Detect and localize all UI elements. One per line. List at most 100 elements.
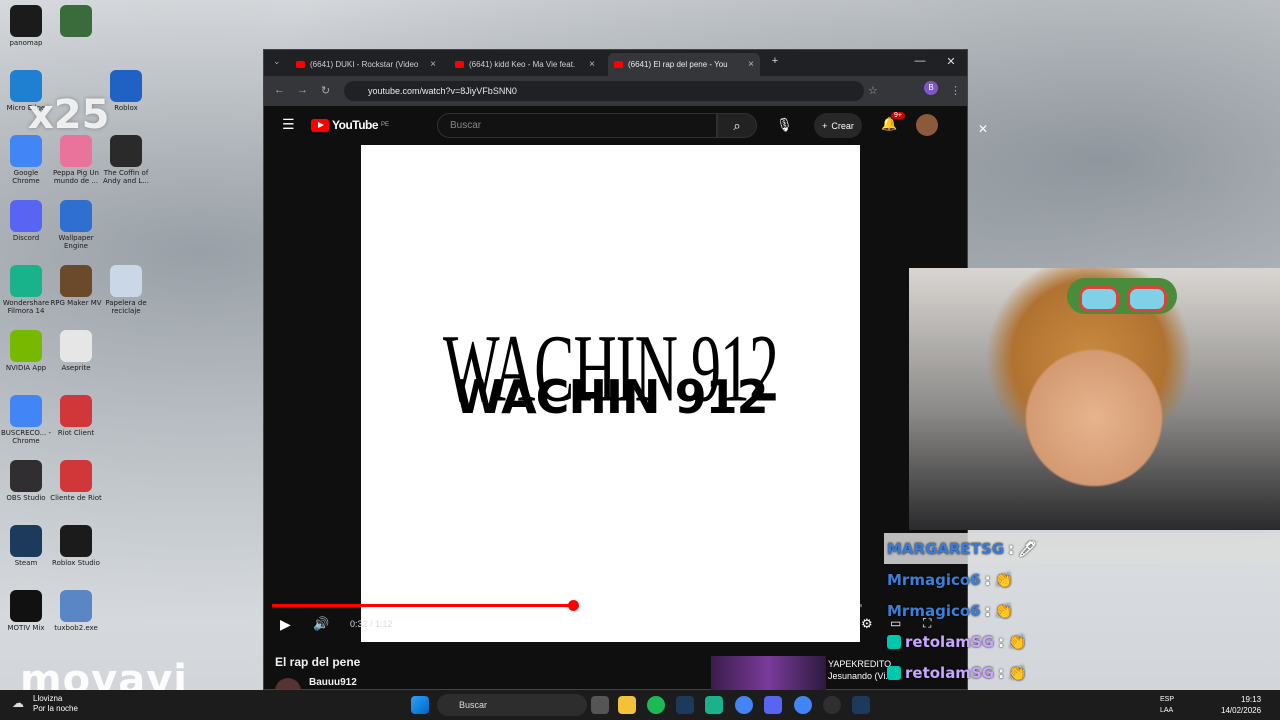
weather-icon[interactable]: ☁ (12, 696, 24, 710)
youtube-header: ☰ YouTube PE Buscar ⌕ 🎙 + Crear 🔔 9+ (264, 106, 967, 146)
settings-gear-icon[interactable]: ⚙ (861, 616, 873, 632)
chat-separator: : (1008, 539, 1015, 558)
forward-icon[interactable]: → (297, 84, 308, 96)
desktop-icon[interactable]: Roblox Studio (50, 525, 102, 567)
desktop-icon[interactable]: The Coffin of Andy and L... (100, 135, 152, 185)
chrome-profile-icon[interactable] (794, 696, 812, 714)
chat-username: retolamSG (905, 663, 995, 682)
chat-username: retolamSG (905, 632, 995, 651)
tab-kidd-keo[interactable]: (6641) kidd Keo - Ma Vie feat. × (449, 53, 601, 76)
progress-bar[interactable] (272, 600, 862, 611)
task-view-icon[interactable] (591, 696, 609, 714)
chat-text: 👏 (1008, 663, 1027, 682)
search-icon[interactable]: ⌕ (717, 113, 757, 138)
url-field[interactable]: youtube.com/watch?v=8JiyVFbSNN0 (344, 81, 864, 101)
app-icon (110, 70, 142, 102)
app-icon (60, 265, 92, 297)
desktop-icon[interactable]: Wondershare Filmora 14 (0, 265, 52, 315)
hamburger-menu-icon[interactable]: ☰ (282, 116, 295, 133)
desktop-icon[interactable]: MOTIV Mix (0, 590, 52, 632)
chat-message: MARGARETSG: 🖊 (884, 533, 1280, 564)
youtube-logo[interactable]: YouTube PE (311, 118, 389, 132)
video-title: El rap del pene (275, 655, 361, 669)
desktop-icon[interactable]: tuxbob2.exe (50, 590, 102, 632)
chat-username: MARGARETSG (887, 539, 1005, 558)
video-text-bold: WACHIN 912 (453, 370, 768, 424)
app-icon (10, 395, 42, 427)
volume-icon[interactable]: 🔊 (313, 616, 329, 632)
windows-start-icon[interactable] (411, 696, 429, 714)
obs-icon[interactable] (823, 696, 841, 714)
spotify-icon[interactable] (647, 696, 665, 714)
close-icon[interactable]: × (430, 59, 436, 70)
desktop-icon-label: Peppa Pig Un mundo de ... (53, 169, 99, 185)
desktop-icon[interactable]: NVIDIA App (0, 330, 52, 372)
new-tab-button[interactable]: + (766, 55, 784, 67)
desktop-icon-label: Wallpaper Engine (58, 234, 94, 250)
close-icon[interactable]: × (589, 59, 595, 70)
app-icon (60, 5, 92, 37)
app-icon (10, 460, 42, 492)
chat-username: Mrmagico6 (887, 601, 981, 620)
input-language[interactable]: ESP LAA (1160, 694, 1174, 716)
tab-search-icon[interactable]: ⌄ (273, 56, 281, 67)
video-player[interactable]: WACHIN 912 WACHIN 912 (361, 145, 860, 642)
reload-icon[interactable]: ↻ (321, 84, 330, 97)
weather-widget[interactable]: Llovizna Por la noche (33, 694, 78, 714)
progress-scrubber[interactable] (567, 600, 579, 611)
app-icon (60, 590, 92, 622)
video-side-area (264, 145, 361, 642)
desktop-icon[interactable]: Wallpaper Engine (50, 200, 102, 250)
desktop-icon[interactable]: Riot Client (50, 395, 102, 437)
steam-icon[interactable] (676, 696, 694, 714)
desktop-icon-label: tuxbob2.exe (54, 624, 98, 632)
overlay-close-icon[interactable]: ✕ (978, 122, 988, 136)
tab-rap-del-pene[interactable]: (6641) El rap del pene - You × (608, 53, 760, 76)
youtube-favicon-icon (455, 61, 464, 68)
close-window-button[interactable]: ✕ (942, 55, 960, 68)
steam-window-icon[interactable] (852, 696, 870, 714)
taskbar-search[interactable]: Buscar (437, 694, 587, 716)
avatar[interactable] (916, 114, 938, 136)
channel-name[interactable]: Bauuu912 (309, 677, 357, 688)
back-icon[interactable]: ← (274, 84, 285, 96)
chrome-icon[interactable] (735, 696, 753, 714)
chat-message: retolamSG:👏 (884, 626, 1280, 657)
discord-icon[interactable] (764, 696, 782, 714)
filmora-icon[interactable] (705, 696, 723, 714)
desktop-icon[interactable]: BUSCRECO... - Chrome (0, 395, 52, 445)
chat-separator: : (998, 632, 1005, 651)
pause-toggle-icon[interactable]: ⏸ (794, 618, 800, 631)
recommended-thumbnail[interactable] (711, 656, 826, 690)
tab-duki[interactable]: (6641) DUKI - Rockstar (Video × (290, 53, 442, 76)
chat-text: 👏 (1008, 632, 1027, 651)
play-icon[interactable]: ▶ (280, 616, 291, 633)
desktop-icon[interactable]: Steam (0, 525, 52, 567)
desktop-icon-label: BUSCRECO... - Chrome (0, 429, 52, 445)
app-icon (60, 200, 92, 232)
menu-icon[interactable]: ⋮ (950, 84, 961, 97)
desktop-icon[interactable]: Peppa Pig Un mundo de ... (50, 135, 102, 185)
file-explorer-icon[interactable] (618, 696, 636, 714)
system-clock[interactable]: 19:13 14/02/2026 (1221, 694, 1261, 716)
desktop-icon[interactable]: panomap (0, 5, 52, 47)
profile-avatar[interactable]: B (924, 81, 938, 95)
youtube-search-input[interactable]: Buscar (437, 113, 717, 138)
microphone-icon[interactable]: 🎙 (776, 117, 793, 133)
desktop-icon[interactable]: Discord (0, 200, 52, 242)
minimize-button[interactable]: — (911, 55, 929, 67)
chat-text: 🖊 (1018, 539, 1038, 558)
chat-text: 👏 (994, 570, 1014, 589)
desktop-icon[interactable] (50, 5, 102, 39)
star-icon[interactable]: ☆ (868, 84, 878, 97)
create-button[interactable]: + Crear (814, 113, 862, 138)
close-icon[interactable]: × (748, 59, 754, 70)
desktop-icon[interactable]: RPG Maker MV (50, 265, 102, 307)
desktop-icon[interactable]: Cliente de Riot (50, 460, 102, 502)
app-icon (110, 135, 142, 167)
desktop-icon[interactable]: Google Chrome (0, 135, 52, 185)
desktop-icon[interactable]: Aseprite (50, 330, 102, 372)
channel-avatar[interactable] (275, 678, 301, 689)
desktop-icon[interactable]: Papelera de reciclaje (100, 265, 152, 315)
desktop-icon[interactable]: OBS Studio (0, 460, 52, 502)
